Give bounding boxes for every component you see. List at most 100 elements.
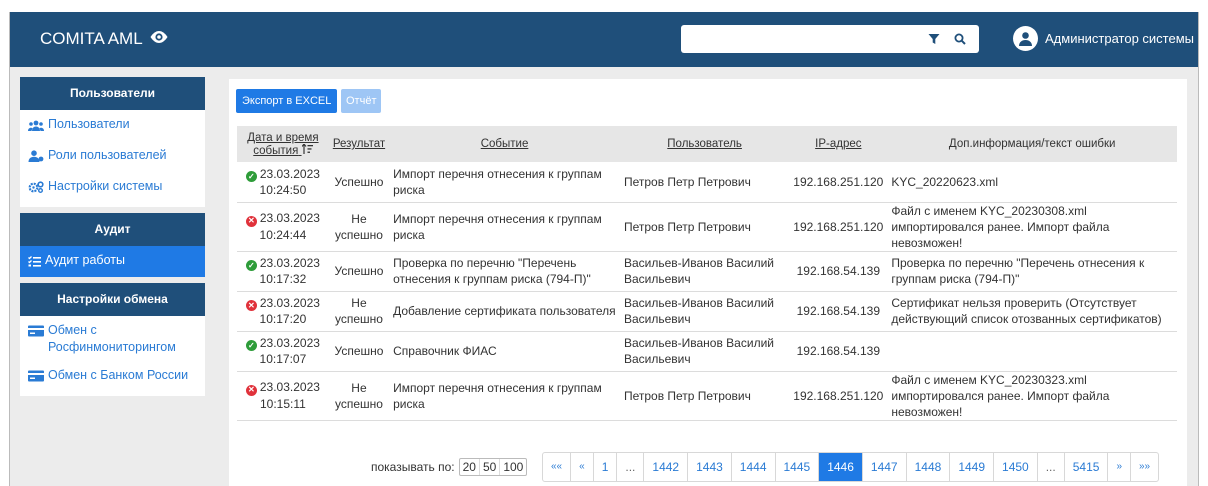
- result-cell: Не успешно: [334, 296, 383, 326]
- sidebar-group-audit: Аудит Аудит работы: [20, 213, 205, 277]
- event-time: 10:24:44: [259, 227, 307, 242]
- filter-icon[interactable]: [925, 31, 943, 47]
- per-page-selector: показывать по: 20 50 100: [371, 458, 528, 476]
- page-links: «« «1... 1442 1443 1444 1445 1446 1447 1448 1449 1…: [542, 452, 1160, 482]
- page-link[interactable]: 1449: [950, 453, 995, 481]
- search-box: [681, 25, 979, 53]
- report-button[interactable]: Отчёт: [341, 89, 382, 113]
- table-row[interactable]: ✓ 23.03.2023 10:17:32 Успешно Проверка по …: [237, 251, 1177, 291]
- page-link[interactable]: 1448: [907, 453, 951, 481]
- sidebar-item-label: Аудит работы: [45, 253, 125, 267]
- brand-logo[interactable]: COMITA AML: [40, 29, 169, 49]
- page-link[interactable]: 5415: [1065, 453, 1109, 481]
- event-cell: Добавление сертификата пользователя: [393, 304, 616, 318]
- info-cell: [887, 331, 1177, 371]
- sidebar-item-label: Обмен с Росфинмониторингом: [48, 323, 176, 354]
- page-link[interactable]: 1447: [863, 453, 907, 481]
- table-row[interactable]: ✓ 23.03.2023 10:17:07 Успешно Справочник Ф…: [237, 331, 1177, 371]
- event-time: 10:15:11: [259, 396, 306, 411]
- event-cell: Проверка по перечню "Перечень отнесения …: [393, 256, 591, 286]
- result-cell: Успешно: [334, 264, 384, 278]
- sidebar-item-label: Обмен с Банком России: [48, 368, 189, 382]
- prev-page-button[interactable]: «: [571, 453, 594, 481]
- table-row[interactable]: ✕ 23.03.2023 10:24:44 Не успешно Импорт пе…: [237, 202, 1177, 251]
- eye-icon: [149, 29, 169, 49]
- next-page-button[interactable]: »: [1108, 453, 1131, 481]
- column-header-result[interactable]: Результат: [329, 126, 389, 162]
- event-date: 23.03.2023: [259, 295, 320, 310]
- audit-panel: Экспорт в EXCEL Отчёт Дата и время событ…: [229, 79, 1187, 486]
- result-cell: Успешно: [334, 344, 384, 358]
- list-check-icon: [28, 255, 41, 272]
- sidebar-group-users: Пользователи Пользователи Роли пользоват…: [20, 77, 205, 207]
- event-time: 10:17:32: [259, 272, 307, 287]
- success-icon: ✓: [245, 340, 257, 352]
- user-cell: Васильев-Иванов Василий Васильевич: [623, 256, 774, 286]
- table-row[interactable]: ✓ 23.03.2023 10:24:50 Успешно Импорт переч…: [237, 162, 1177, 202]
- brand-name: COMITA AML: [40, 29, 143, 48]
- user-menu[interactable]: Администратор системы: [1013, 26, 1194, 51]
- column-header-date[interactable]: Дата и время события: [237, 126, 329, 162]
- event-time: 10:24:50: [259, 183, 307, 197]
- ip-cell: 192.168.251.120: [793, 388, 884, 403]
- sidebar-item-label: Пользователи: [48, 117, 130, 131]
- per-page-option[interactable]: 50: [480, 459, 501, 475]
- sidebar-group-exchange: Настройки обмена Обмен с Росфинмониторин…: [20, 283, 205, 396]
- page-link[interactable]: 1: [594, 453, 618, 481]
- per-page-options: 20 50 100: [458, 458, 528, 476]
- per-page-label: показывать по:: [371, 460, 455, 474]
- sidebar-item-user-roles[interactable]: Роли пользователей: [20, 141, 205, 172]
- last-page-button[interactable]: »»: [1131, 453, 1158, 481]
- event-cell: Справочник ФИАС: [393, 344, 497, 358]
- table-row[interactable]: ✕ 23.03.2023 10:15:11 Не успешно Импорт пе…: [237, 371, 1177, 420]
- search-icon[interactable]: [951, 31, 969, 47]
- sidebar-group-title: Настройки обмена: [20, 283, 205, 316]
- event-date: 23.03.2023: [259, 255, 320, 270]
- date-cell: ✓ 23.03.2023 10:17:07: [237, 331, 329, 371]
- column-header-event[interactable]: Событие: [389, 126, 620, 162]
- result-cell: Не успешно: [334, 211, 383, 242]
- sidebar-item-rosfinmonitoring[interactable]: Обмен с Росфинмониторингом: [20, 316, 205, 361]
- page-link[interactable]: 1443: [688, 453, 732, 481]
- search-input[interactable]: [681, 25, 913, 53]
- page-link[interactable]: 1444: [732, 453, 776, 481]
- ip-cell: 192.168.54.139: [796, 344, 881, 358]
- sidebar-item-users[interactable]: Пользователи: [20, 110, 205, 141]
- sidebar-item-system-settings[interactable]: Настройки системы: [20, 172, 205, 203]
- per-page-option[interactable]: 100: [500, 459, 526, 475]
- sidebar-item-label: Настройки системы: [48, 179, 163, 193]
- page-link[interactable]: 1442: [644, 453, 689, 481]
- event-date: 23.03.2023: [259, 380, 320, 395]
- column-header-user[interactable]: Пользователь: [620, 126, 789, 162]
- user-cell: Васильев-Иванов Василий Васильевич: [623, 336, 774, 366]
- table-row[interactable]: ✕ 23.03.2023 10:17:20 Не успешно Добавлени…: [237, 291, 1177, 331]
- ip-cell: 192.168.251.120: [793, 174, 884, 189]
- user-roles-icon: [28, 150, 44, 167]
- page-ellipsis: ...: [1038, 453, 1065, 481]
- sidebar-item-bank-of-russia[interactable]: Обмен с Банком России: [20, 361, 205, 392]
- error-icon: ✕: [245, 384, 257, 396]
- user-cell: Петров Петр Петрович: [623, 388, 751, 403]
- per-page-option[interactable]: 20: [460, 459, 480, 475]
- sidebar-item-label: Роли пользователей: [48, 148, 167, 162]
- page-link[interactable]: 1446: [819, 453, 863, 481]
- info-cell: KYC_20220623.xml: [891, 174, 999, 189]
- event-time: 10:17:07: [259, 352, 307, 367]
- error-icon: ✕: [245, 215, 257, 227]
- export-excel-button[interactable]: Экспорт в EXCEL: [236, 89, 338, 113]
- event-cell: Импорт перечня отнесения к группам риска: [393, 380, 602, 411]
- first-page-button[interactable]: ««: [543, 453, 572, 481]
- top-bar: COMITA AML Администратор системы: [10, 12, 1198, 67]
- info-cell: Файл с именем KYC_20230308.xml импортиро…: [891, 203, 1110, 250]
- users-icon: [28, 119, 44, 136]
- sort-desc-icon[interactable]: [301, 142, 313, 157]
- page-link[interactable]: 1450: [994, 453, 1038, 481]
- user-name: Администратор системы: [1045, 31, 1194, 46]
- event-cell: Импорт перечня отнесения к группам риска: [393, 166, 602, 197]
- date-cell: ✕ 23.03.2023 10:15:11: [237, 371, 329, 420]
- page-ellipsis: ...: [617, 453, 645, 481]
- sidebar-item-audit[interactable]: Аудит работы: [20, 246, 205, 277]
- page-link[interactable]: 1445: [776, 453, 820, 481]
- user-cell: Петров Петр Петрович: [623, 219, 751, 234]
- column-header-ip[interactable]: IP-адрес: [789, 126, 887, 162]
